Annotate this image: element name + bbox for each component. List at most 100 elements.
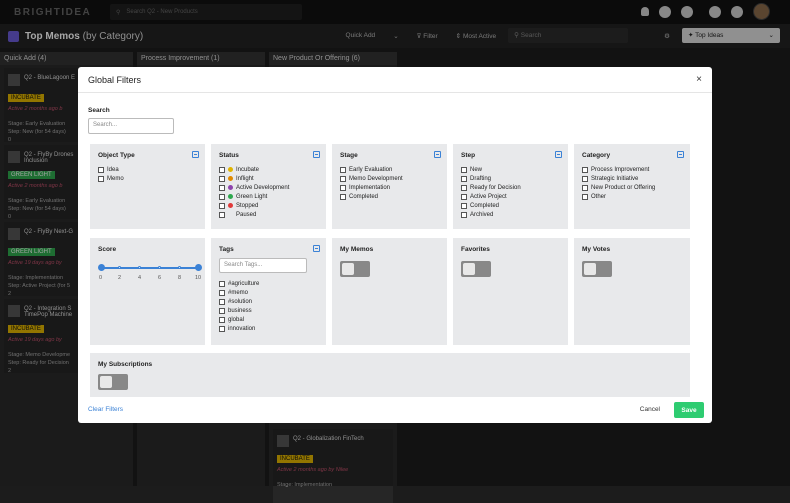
step-option[interactable]: New [461,165,560,174]
checkbox[interactable] [219,316,225,323]
object-type-option[interactable]: Memo [98,174,197,183]
category-option[interactable]: Other [582,192,682,201]
checkbox[interactable] [461,202,467,209]
checkbox[interactable] [582,175,588,182]
category-option[interactable]: New Product or Offering [582,183,682,192]
checkbox[interactable] [340,184,346,191]
checkbox[interactable] [219,184,225,191]
status-option[interactable]: Green Light [219,192,318,201]
tag-option[interactable]: business [219,306,318,315]
step-option[interactable]: Ready for Decision [461,183,560,192]
my-memos-panel: My Memos [332,238,447,345]
object-type-option[interactable]: Idea [98,165,197,174]
stage-option[interactable]: Early Evaluation [340,165,439,174]
step-panel: Step New Drafting Ready for Decision Act… [453,144,568,229]
my-votes-panel: My Votes [574,238,690,345]
save-button[interactable]: Save [674,402,704,418]
cancel-button[interactable]: Cancel [640,406,660,413]
score-panel: Score 0 2 4 6 8 10 [90,238,205,345]
collapse-icon[interactable] [434,151,441,158]
status-panel: Status Incubate Inflight Active Developm… [211,144,326,229]
search-label: Search [88,107,110,114]
status-option[interactable]: Stopped [219,201,318,210]
collapse-icon[interactable] [555,151,562,158]
filter-search-input[interactable]: Search... [88,118,174,134]
slider-handle-min[interactable] [98,264,105,271]
checkbox[interactable] [340,193,346,200]
collapse-icon[interactable] [313,245,320,252]
checkbox[interactable] [219,211,225,218]
status-option[interactable]: Incubate [219,165,318,174]
checkbox[interactable] [582,184,588,191]
stage-option[interactable]: Completed [340,192,439,201]
close-icon[interactable]: × [696,74,702,85]
status-option[interactable]: Active Development [219,183,318,192]
my-subscriptions-panel: My Subscriptions [90,353,690,397]
checkbox[interactable] [219,289,225,296]
status-option[interactable]: Paused [219,210,318,219]
checkbox[interactable] [219,175,225,182]
status-dot [228,194,233,199]
collapse-icon[interactable] [677,151,684,158]
status-option[interactable]: Inflight [219,174,318,183]
collapse-icon[interactable] [313,151,320,158]
tag-option[interactable]: global [219,315,318,324]
tags-panel: Tags Search Tags... #agriculture #memo #… [211,238,326,345]
object-type-panel: Object Type Idea Memo [90,144,205,229]
status-dot [228,167,233,172]
slider-tick [118,266,121,269]
slider-track [100,267,200,269]
status-dot [228,185,233,190]
tags-search-input[interactable]: Search Tags... [219,258,307,273]
category-option[interactable]: Strategic Initiative [582,174,682,183]
step-option[interactable]: Archived [461,210,560,219]
checkbox[interactable] [461,166,467,173]
collapse-icon[interactable] [192,151,199,158]
checkbox[interactable] [219,193,225,200]
checkbox[interactable] [98,166,104,173]
checkbox[interactable] [219,202,225,209]
checkbox[interactable] [461,175,467,182]
clear-filters-link[interactable]: Clear Filters [88,406,123,413]
checkbox[interactable] [219,298,225,305]
step-option[interactable]: Drafting [461,174,560,183]
my-memos-toggle[interactable] [340,261,370,277]
my-votes-toggle[interactable] [582,261,612,277]
category-panel: Category Process Improvement Strategic I… [574,144,690,229]
stage-option[interactable]: Memo Development [340,174,439,183]
checkbox[interactable] [461,193,467,200]
slider-tick [138,266,141,269]
my-subscriptions-toggle[interactable] [98,374,128,390]
tag-option[interactable]: innovation [219,324,318,333]
slider-tick [178,266,181,269]
stage-option[interactable]: Implementation [340,183,439,192]
tag-option[interactable]: #memo [219,288,318,297]
favorites-panel: Favorites [453,238,568,345]
checkbox[interactable] [461,211,467,218]
checkbox[interactable] [582,166,588,173]
checkbox[interactable] [219,307,225,314]
slider-tick [158,266,161,269]
score-range-slider[interactable] [98,263,202,273]
modal-title: Global Filters [78,67,712,93]
checkbox[interactable] [340,175,346,182]
status-dot [228,176,233,181]
checkbox[interactable] [461,184,467,191]
status-dot [228,212,233,217]
checkbox[interactable] [219,280,225,287]
tag-option[interactable]: #agriculture [219,279,318,288]
checkbox[interactable] [219,166,225,173]
modal-body: Search Search... Object Type Idea Memo S… [88,107,702,397]
step-option[interactable]: Completed [461,201,560,210]
modal-footer: Clear Filters Cancel Save [78,397,712,423]
checkbox[interactable] [582,193,588,200]
checkbox[interactable] [340,166,346,173]
checkbox[interactable] [219,325,225,332]
checkbox[interactable] [98,175,104,182]
status-dot [228,203,233,208]
tag-option[interactable]: #solution [219,297,318,306]
slider-handle-max[interactable] [195,264,202,271]
step-option[interactable]: Active Project [461,192,560,201]
favorites-toggle[interactable] [461,261,491,277]
category-option[interactable]: Process Improvement [582,165,682,174]
